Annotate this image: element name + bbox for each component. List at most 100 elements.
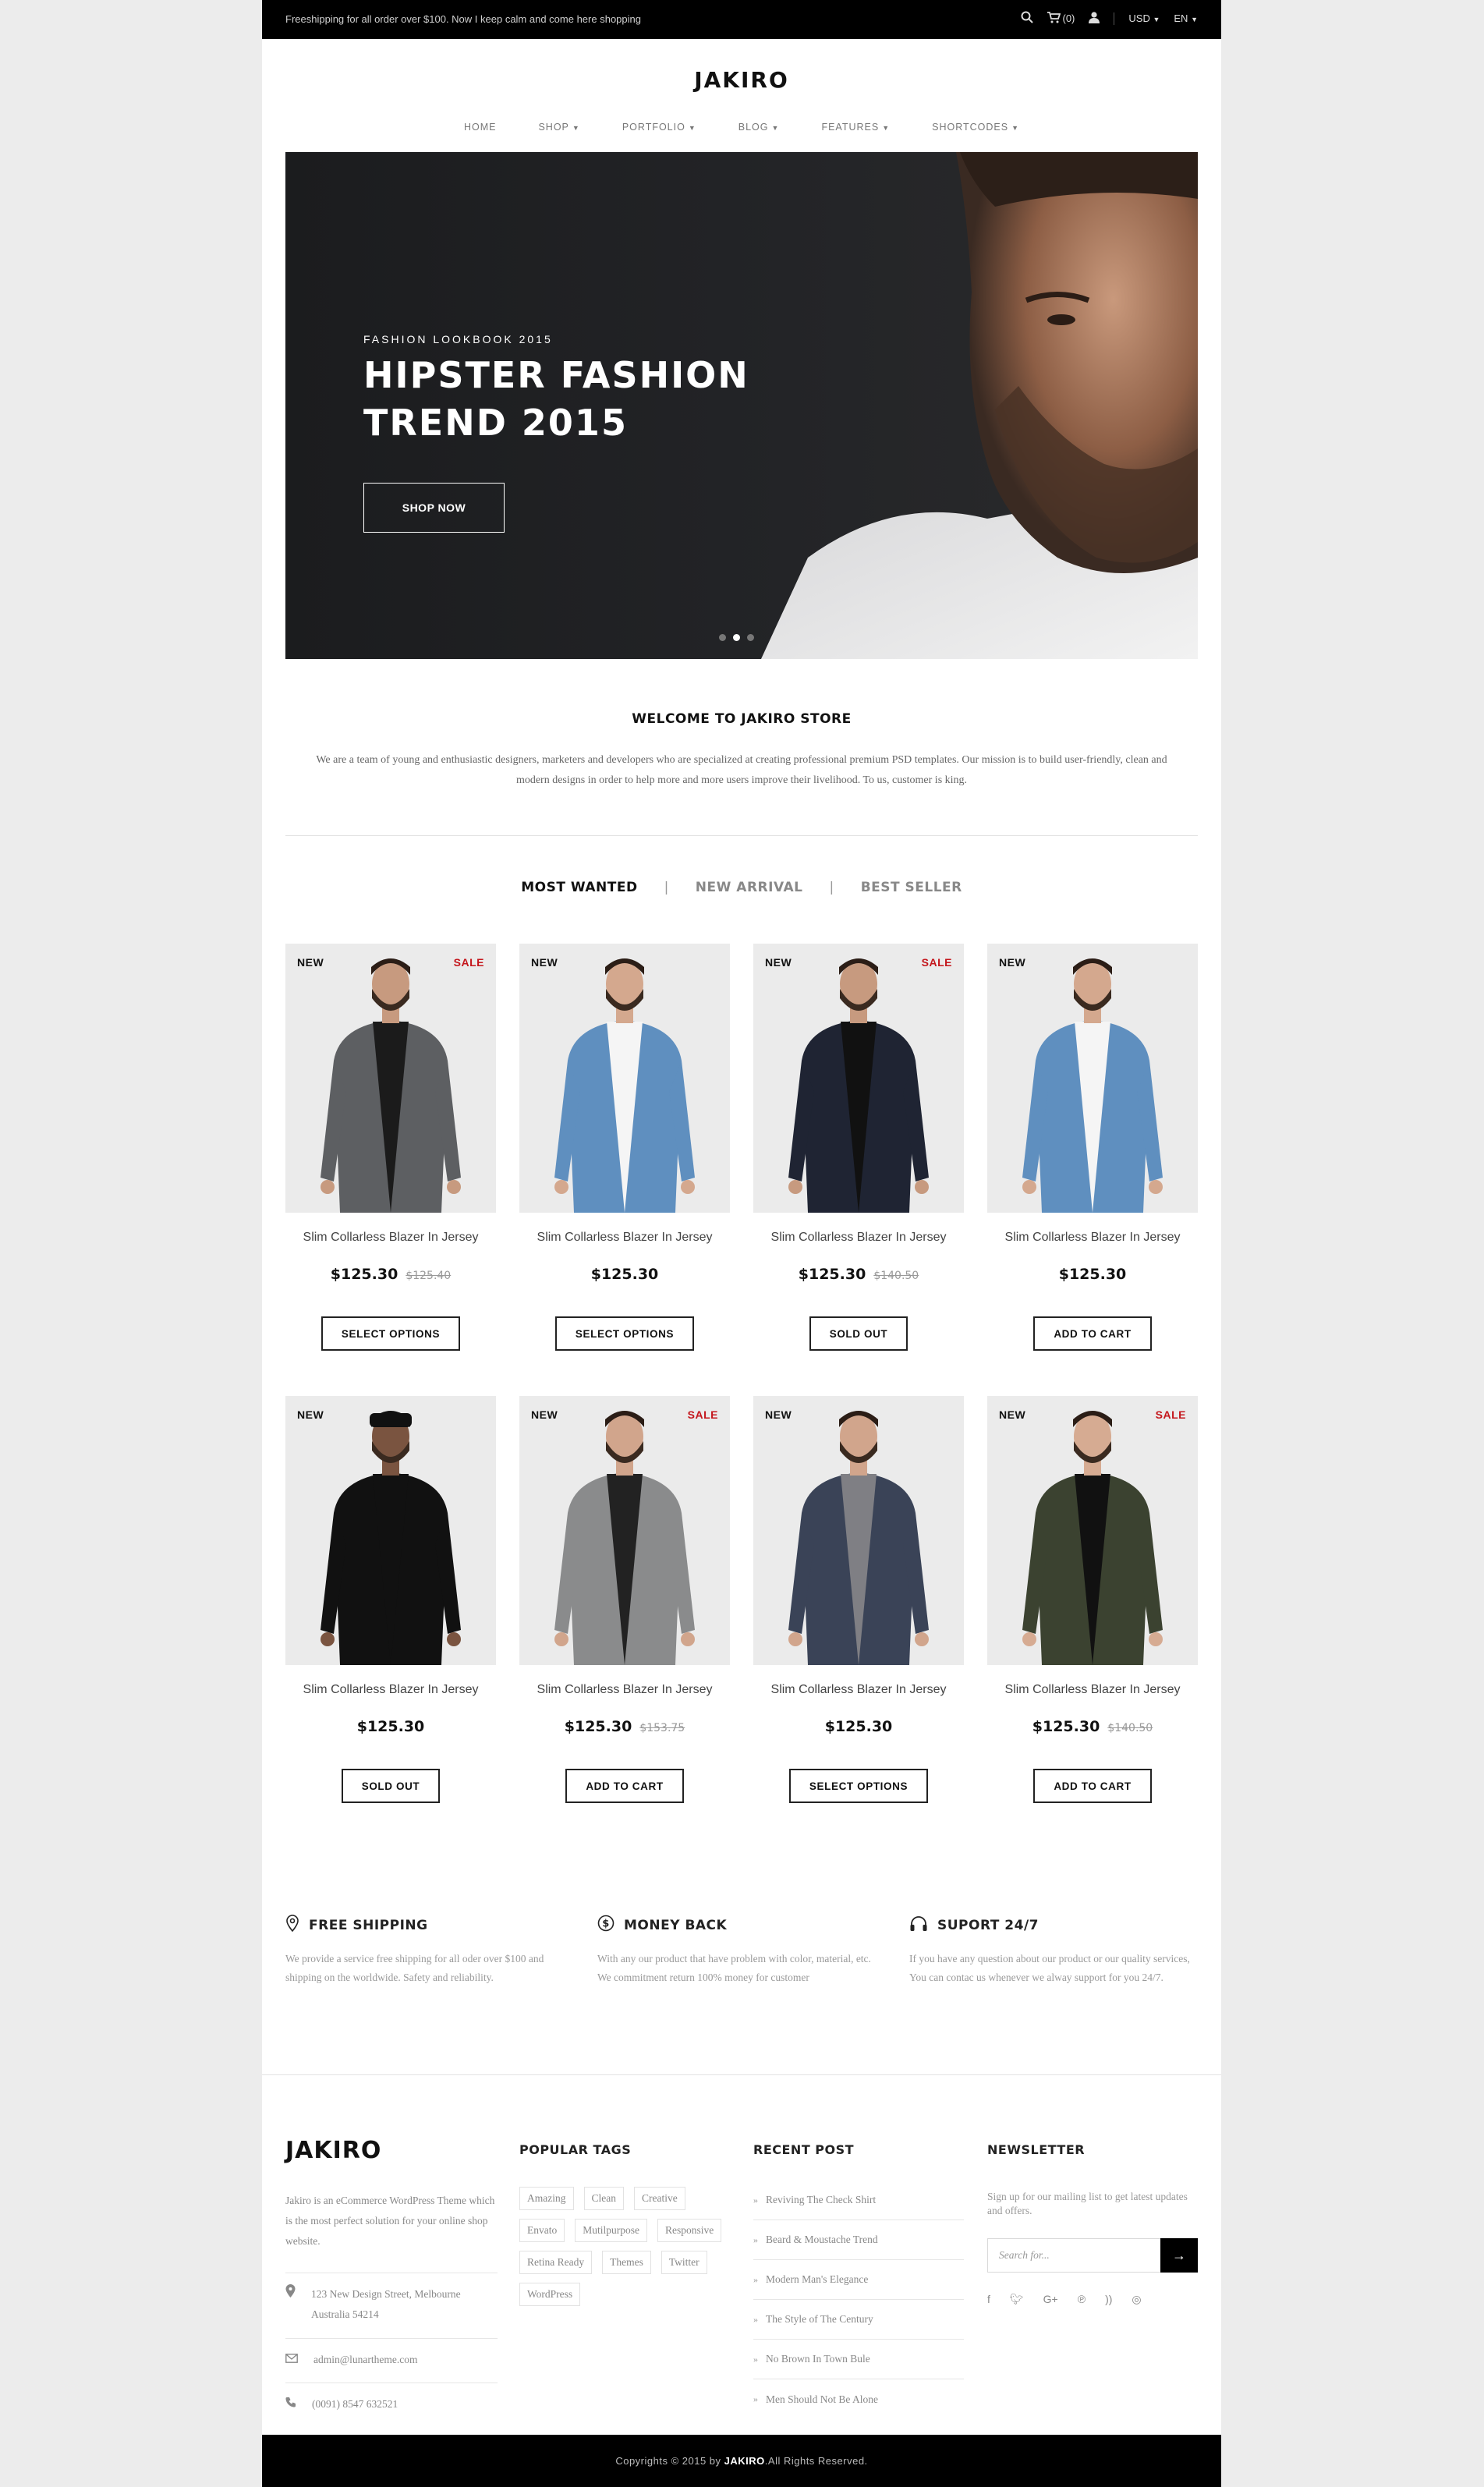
facebook-icon[interactable]: f <box>987 2293 990 2306</box>
slider-dot-active[interactable] <box>733 634 740 641</box>
product-name[interactable]: Slim Collarless Blazer In Jersey <box>987 1683 1198 1697</box>
recent-post-item[interactable]: » Men Should Not Be Alone <box>753 2379 964 2419</box>
recent-post-link[interactable]: The Style of The Century <box>766 2313 873 2326</box>
footer-email: admin@lunartheme.com <box>285 2338 498 2370</box>
nav-item-shortcodes[interactable]: SHORTCODES ▼ <box>932 122 1019 133</box>
email-link[interactable]: admin@lunartheme.com <box>313 2350 418 2370</box>
newsletter-input[interactable]: Search for... <box>987 2238 1160 2273</box>
product-card[interactable]: NEW Slim Collarless Blazer In Jersey $12… <box>285 1396 496 1803</box>
product-card[interactable]: NEW Slim Collarless Blazer In Jersey $12… <box>987 944 1198 1351</box>
product-name[interactable]: Slim Collarless Blazer In Jersey <box>753 1683 964 1697</box>
chevron-right-icon: » <box>753 2194 758 2205</box>
product-action-button[interactable]: SELECT OPTIONS <box>789 1769 928 1803</box>
shop-now-button[interactable]: SHOP NOW <box>363 483 505 533</box>
recent-post-link[interactable]: Beard & Moustache Trend <box>766 2234 878 2246</box>
product-name[interactable]: Slim Collarless Blazer In Jersey <box>285 1683 496 1697</box>
dollar-icon: $ <box>597 1915 614 1936</box>
tag-link[interactable]: Creative <box>634 2187 685 2210</box>
tag-link[interactable]: Twitter <box>661 2251 707 2274</box>
tag-link[interactable]: Clean <box>583 2187 624 2210</box>
nav-item-portfolio[interactable]: PORTFOLIO ▼ <box>622 122 696 133</box>
product-card[interactable]: NEW SALE Slim Collarless Blazer In Jerse… <box>987 1396 1198 1803</box>
recent-post-item[interactable]: » The Style of The Century <box>753 2300 964 2340</box>
user-icon[interactable] <box>1089 11 1100 26</box>
nav-item-home[interactable]: HOME <box>464 122 497 133</box>
cart-button[interactable]: (0) <box>1047 11 1075 26</box>
tag-link[interactable]: Amazing <box>519 2187 574 2210</box>
copyright-bar: Copyrights © 2015 by JAKIRO.All Rights R… <box>262 2435 1221 2487</box>
product-price: $125.30 $125.40 <box>285 1266 496 1283</box>
tag-link[interactable]: Responsive <box>657 2219 722 2242</box>
tab-new-arrival[interactable]: NEW ARRIVAL <box>696 880 803 895</box>
product-image[interactable]: NEW <box>285 1396 496 1665</box>
product-image[interactable]: NEW SALE <box>285 944 496 1213</box>
product-card[interactable]: NEW SALE Slim Collarless Blazer In Jerse… <box>519 1396 730 1803</box>
slider-dot[interactable] <box>747 634 754 641</box>
copyright-brand[interactable]: JAKIRO <box>724 2455 765 2467</box>
product-action-button[interactable]: ADD TO CART <box>1033 1316 1152 1351</box>
product-action-button[interactable]: SOLD OUT <box>809 1316 908 1351</box>
product-name[interactable]: Slim Collarless Blazer In Jersey <box>753 1231 964 1245</box>
recent-post-item[interactable]: » Reviving The Check Shirt <box>753 2181 964 2220</box>
product-image[interactable]: NEW SALE <box>987 1396 1198 1665</box>
product-image[interactable]: NEW SALE <box>519 1396 730 1665</box>
product-action-button[interactable]: SELECT OPTIONS <box>555 1316 694 1351</box>
recent-post-link[interactable]: Men Should Not Be Alone <box>766 2393 878 2406</box>
nav-item-features[interactable]: FEATURES ▼ <box>821 122 890 133</box>
product-name[interactable]: Slim Collarless Blazer In Jersey <box>519 1683 730 1697</box>
tag-link[interactable]: Themes <box>602 2251 651 2274</box>
top-bar-actions: (0) USD ▼ EN ▼ <box>1021 11 1198 26</box>
sale-badge: SALE <box>687 1408 718 1421</box>
product-name[interactable]: Slim Collarless Blazer In Jersey <box>285 1231 496 1245</box>
recent-post-link[interactable]: Reviving The Check Shirt <box>766 2194 876 2206</box>
product-photo <box>285 944 496 1213</box>
product-action-button[interactable]: ADD TO CART <box>1033 1769 1152 1803</box>
tag-link[interactable]: Envato <box>519 2219 565 2242</box>
product-photo <box>987 944 1198 1213</box>
product-action-button[interactable]: SOLD OUT <box>342 1769 440 1803</box>
recent-post-title: RECENT POST <box>753 2142 855 2157</box>
product-image[interactable]: NEW <box>519 944 730 1213</box>
language-select[interactable]: EN ▼ <box>1174 12 1198 24</box>
product-action-button[interactable]: SELECT OPTIONS <box>321 1316 460 1351</box>
recent-post-link[interactable]: Modern Man's Elegance <box>766 2273 868 2286</box>
product-image[interactable]: NEW <box>987 944 1198 1213</box>
site-logo[interactable]: JAKIRO <box>262 67 1221 93</box>
product-card[interactable]: NEW SALE Slim Collarless Blazer In Jerse… <box>285 944 496 1351</box>
footer-newsletter: NEWSLETTER Sign up for our mailing list … <box>987 2137 1198 2306</box>
newsletter-submit-button[interactable]: → <box>1160 2238 1198 2273</box>
recent-post-item[interactable]: » Modern Man's Elegance <box>753 2260 964 2300</box>
tab-most-wanted[interactable]: MOST WANTED <box>521 880 637 895</box>
product-card[interactable]: NEW Slim Collarless Blazer In Jersey $12… <box>519 944 730 1351</box>
tag-link[interactable]: Retina Ready <box>519 2251 593 2274</box>
instagram-icon[interactable]: ◎ <box>1132 2293 1141 2306</box>
currency-select[interactable]: USD ▼ <box>1128 12 1160 24</box>
footer-logo[interactable]: JAKIRO <box>285 2137 498 2164</box>
footer-address: 123 New Design Street, Melbourne Australi… <box>285 2273 498 2325</box>
google-plus-icon[interactable]: G+ <box>1043 2293 1058 2306</box>
recent-post-link[interactable]: No Brown In Town Bule <box>766 2353 870 2365</box>
product-action-button[interactable]: ADD TO CART <box>565 1769 684 1803</box>
new-badge: NEW <box>297 956 324 969</box>
pinterest-icon[interactable]: ℗ <box>1078 2293 1086 2306</box>
current-price: $125.30 <box>1032 1718 1100 1735</box>
tab-best-seller[interactable]: BEST SELLER <box>861 880 962 895</box>
recent-post-item[interactable]: » Beard & Moustache Trend <box>753 2220 964 2260</box>
product-card[interactable]: NEW Slim Collarless Blazer In Jersey $12… <box>753 1396 964 1803</box>
nav-item-blog[interactable]: BLOG ▼ <box>738 122 780 133</box>
slider-dot[interactable] <box>719 634 726 641</box>
product-name[interactable]: Slim Collarless Blazer In Jersey <box>987 1231 1198 1245</box>
new-badge: NEW <box>999 956 1026 969</box>
twitter-icon[interactable]: 🐦︎ <box>1010 2293 1024 2306</box>
product-card[interactable]: NEW SALE Slim Collarless Blazer In Jerse… <box>753 944 964 1351</box>
product-image[interactable]: NEW <box>753 1396 964 1665</box>
recent-post-item[interactable]: » No Brown In Town Bule <box>753 2340 964 2379</box>
product-name[interactable]: Slim Collarless Blazer In Jersey <box>519 1231 730 1245</box>
product-image[interactable]: NEW SALE <box>753 944 964 1213</box>
tag-link[interactable]: WordPress <box>519 2283 581 2306</box>
rss-icon[interactable]: )) <box>1105 2293 1112 2306</box>
nav-item-shop[interactable]: SHOP ▼ <box>538 122 579 133</box>
search-icon[interactable] <box>1021 11 1033 26</box>
chevron-right-icon: » <box>753 2353 758 2365</box>
tag-link[interactable]: Mutilpurpose <box>575 2219 647 2242</box>
